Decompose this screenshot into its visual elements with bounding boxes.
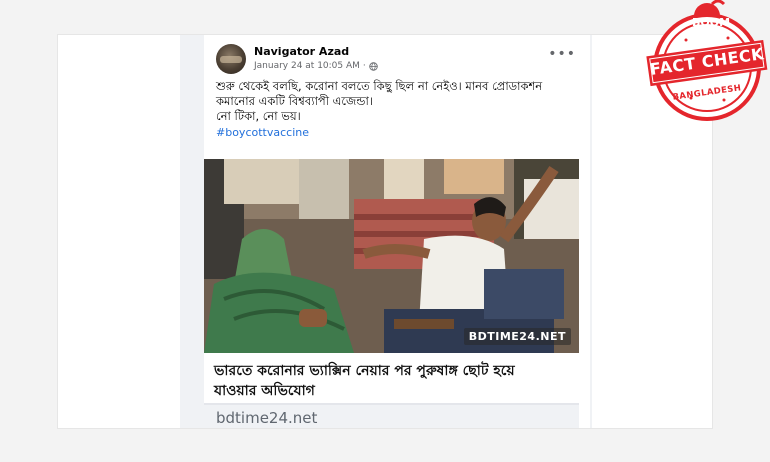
- link-title[interactable]: ভারতে করোনার ভ্যাক্সিন নেয়ার পর পুরুষাঙ…: [204, 353, 579, 405]
- post-text-line: নো টিকা, নো ভয়।: [216, 109, 301, 123]
- author-name[interactable]: Navigator Azad: [254, 45, 349, 58]
- post-meta: January 24 at 10:05 AM ·: [254, 61, 378, 71]
- link-preview-image[interactable]: BDTIME24.NET: [204, 159, 579, 353]
- post-header: Navigator Azad January 24 at 10:05 AM · …: [216, 43, 578, 77]
- fact-check-stamp: BOOM FACT CHECK BANGLADESH: [646, 0, 768, 122]
- more-options-button[interactable]: •••: [548, 47, 576, 61]
- stamp-boom-label: BOOM: [692, 16, 731, 29]
- link-title-line: ভারতে করোনার ভ্যাক্সিন নেয়ার পর পুরুষাঙ…: [214, 363, 515, 379]
- post-text: শুরু থেকেই বলছি, করোনা বলতে কিছু ছিল না …: [216, 79, 576, 140]
- facebook-post: Navigator Azad January 24 at 10:05 AM · …: [204, 35, 590, 428]
- left-margin: [58, 35, 180, 428]
- post-text-line: শুরু থেকেই বলছি, করোনা বলতে কিছু ছিল না …: [216, 79, 543, 93]
- avatar[interactable]: [216, 44, 246, 74]
- globe-icon[interactable]: [369, 61, 378, 71]
- link-title-line: যাওয়ার অভিযোগ: [214, 383, 315, 399]
- meta-separator: ·: [362, 61, 366, 71]
- image-watermark: BDTIME24.NET: [463, 328, 571, 345]
- link-preview-card[interactable]: BDTIME24.NET ভারতে করোনার ভ্যাক্সিন নেয়…: [204, 159, 590, 428]
- post-text-line: কমানোর একটি বিশ্বব্যাপী এজেন্ডা।: [216, 94, 373, 108]
- hashtag-link[interactable]: #boycottvaccine: [216, 125, 576, 140]
- link-domain[interactable]: bdtime24.net: [204, 405, 579, 428]
- post-timestamp[interactable]: January 24 at 10:05 AM: [254, 61, 360, 71]
